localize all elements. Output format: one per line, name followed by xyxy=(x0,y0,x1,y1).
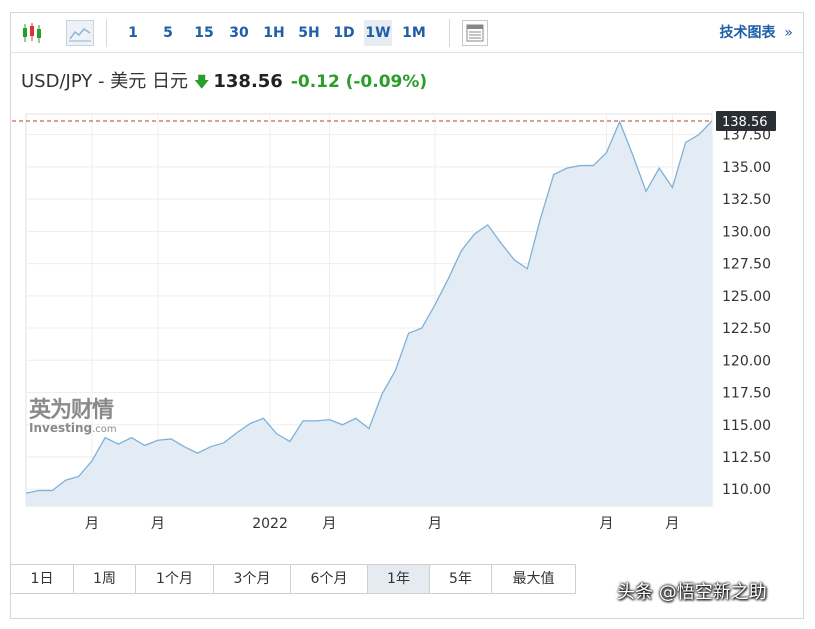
x-tick-label: 月 xyxy=(665,516,679,532)
y-tick-label: 127.50 xyxy=(722,257,771,273)
period-1-year[interactable]: 1年 xyxy=(368,565,430,593)
y-tick-label: 132.50 xyxy=(722,192,771,208)
x-tick-label: 月 xyxy=(151,516,165,532)
y-tick-label: 120.00 xyxy=(722,353,771,369)
period-1-day[interactable]: 1日 xyxy=(11,565,74,593)
period-6-months[interactable]: 6个月 xyxy=(291,565,368,593)
y-tick-label: 130.00 xyxy=(722,224,771,240)
x-axis-ticks: 月 月 2022 月 月 月 月 xyxy=(85,516,679,532)
period-1-week[interactable]: 1周 xyxy=(74,565,136,593)
source-watermark: 头条 @悟空新之助 xyxy=(617,582,767,603)
period-selector: 1日 1周 1个月 3个月 6个月 1年 5年 最大值 xyxy=(10,564,576,594)
y-tick-label: 112.50 xyxy=(722,450,771,466)
y-tick-label: 122.50 xyxy=(722,321,771,337)
y-tick-label: 110.00 xyxy=(722,482,771,498)
y-tick-label: 135.00 xyxy=(722,160,771,176)
x-tick-label: 2022 xyxy=(252,516,288,532)
period-3-months[interactable]: 3个月 xyxy=(214,565,291,593)
logo-english-text: Investing.com xyxy=(29,421,117,435)
investing-logo: 英为财情 Investing.com xyxy=(29,392,117,435)
x-tick-label: 月 xyxy=(599,516,613,532)
y-tick-label: 125.00 xyxy=(722,289,771,305)
y-tick-label: 117.50 xyxy=(722,386,771,402)
period-5-years[interactable]: 5年 xyxy=(430,565,492,593)
logo-chinese-text: 英为财情 xyxy=(29,398,114,423)
x-tick-label: 月 xyxy=(428,516,442,532)
period-max[interactable]: 最大值 xyxy=(492,565,575,593)
y-tick-label: 115.00 xyxy=(722,418,771,434)
x-tick-label: 月 xyxy=(85,516,99,532)
x-tick-label: 月 xyxy=(322,516,336,532)
price-area-fill xyxy=(26,120,712,506)
period-1-month[interactable]: 1个月 xyxy=(136,565,214,593)
y-axis-ticks: 110.00 112.50 115.00 117.50 120.00 122.50 125.… xyxy=(722,128,771,499)
current-price-badge: 138.56 xyxy=(716,110,776,131)
price-chart: 110.00 112.50 115.00 117.50 120.00 122.50 125.… xyxy=(12,110,776,532)
current-price-badge-text: 138.56 xyxy=(722,115,768,130)
